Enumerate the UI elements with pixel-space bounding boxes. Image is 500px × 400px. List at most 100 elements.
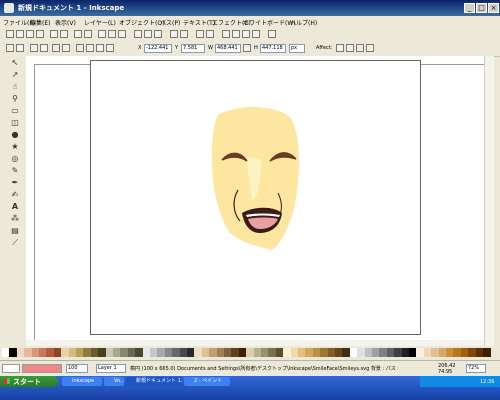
start-button[interactable]: スタート [0, 376, 58, 387]
h-label: H [254, 45, 258, 51]
zoom-tool-icon[interactable]: ⚲ [10, 94, 20, 104]
menu-path[interactable]: パス(P) [160, 18, 180, 27]
text-font-icon[interactable] [232, 30, 240, 38]
rectangle-tool-icon[interactable]: ▭ [10, 106, 20, 116]
inkscape-app-icon [4, 3, 14, 13]
stroke-indicator[interactable] [22, 364, 62, 373]
clone-icon[interactable] [180, 30, 188, 38]
lower-icon[interactable] [96, 44, 104, 52]
raise-icon[interactable] [86, 44, 94, 52]
duplicate-icon[interactable] [170, 30, 178, 38]
menu-help[interactable]: ヘルプ(H) [290, 18, 317, 27]
spray-tool-icon[interactable]: ⁂ [10, 214, 20, 224]
menu-text[interactable]: テキスト(T) [183, 18, 215, 27]
raise-to-top-icon[interactable] [76, 44, 84, 52]
affect-corners-icon[interactable] [346, 44, 354, 52]
save-icon[interactable] [26, 30, 34, 38]
select-all-layers-icon[interactable] [16, 44, 24, 52]
smiley-face-drawing[interactable] [200, 105, 310, 255]
gradient-tool-icon[interactable]: ▤ [10, 226, 20, 236]
cut-icon[interactable] [108, 30, 116, 38]
ellipse-tool-icon[interactable]: ● [10, 130, 20, 140]
pencil-tool-icon[interactable]: ✎ [10, 166, 20, 176]
x-label: X [138, 45, 142, 51]
menu-whiteboard[interactable]: ホワイトボード(W) [243, 18, 296, 27]
ungroup-icon[interactable] [206, 30, 214, 38]
zoom-drawing-icon[interactable] [144, 30, 152, 38]
windows-logo-icon [4, 378, 10, 384]
toolbox: ↖ ↗ ☝ ⚲ ▭ ◫ ● ★ ◎ ✎ ✒ ✍ A ⁂ ▤ ⟋ [0, 56, 27, 346]
close-button[interactable]: × [488, 3, 499, 13]
calligraphy-tool-icon[interactable]: ✍ [10, 190, 20, 200]
menu-object[interactable]: オブジェクト(O) [119, 18, 164, 27]
star-tool-icon[interactable]: ★ [10, 142, 20, 152]
start-label: スタート [13, 378, 41, 386]
group-icon[interactable] [196, 30, 204, 38]
window-title: 新規ドキュメント 1 - Inkscape [18, 4, 125, 12]
vertical-ruler[interactable] [26, 64, 35, 346]
affect-pattern-icon[interactable] [366, 44, 374, 52]
export-icon[interactable] [60, 30, 68, 38]
clock: 12:36 [480, 379, 495, 385]
node-tool-icon[interactable]: ↗ [10, 70, 20, 80]
vertical-scrollbar[interactable] [484, 56, 494, 346]
menu-layer[interactable]: レイヤー(L) [84, 18, 116, 27]
palette-swatch[interactable] [483, 348, 491, 357]
horizontal-scrollbar[interactable] [26, 340, 484, 346]
redo-icon[interactable] [84, 30, 92, 38]
selector-tool-icon[interactable]: ↖ [10, 58, 20, 68]
affect-gradient-icon[interactable] [356, 44, 364, 52]
taskbar-item-paint[interactable]: 2 - ペイント [184, 377, 230, 386]
tweak-tool-icon[interactable]: ☝ [10, 82, 20, 92]
unit-select[interactable]: px [289, 44, 305, 53]
y-field[interactable]: 7.581 [181, 44, 205, 53]
minimize-button[interactable]: _ [464, 3, 475, 13]
zoom-selection-icon[interactable] [134, 30, 142, 38]
taskbar-item-inkscape[interactable]: Inkscape [62, 377, 102, 386]
fill-stroke-icon[interactable] [222, 30, 230, 38]
pen-tool-icon[interactable]: ✒ [10, 178, 20, 188]
lock-icon[interactable] [243, 44, 251, 52]
flip-horizontal-icon[interactable] [52, 44, 60, 52]
lower-to-bottom-icon[interactable] [106, 44, 114, 52]
x-field[interactable]: -122.441 [144, 44, 172, 53]
opacity-field[interactable]: 100 [66, 364, 88, 373]
print-icon[interactable] [36, 30, 44, 38]
new-document-icon[interactable] [6, 30, 14, 38]
taskbar-item-document[interactable]: 新規ドキュメント 1... [126, 377, 182, 386]
zoom-field[interactable]: 72% [466, 364, 486, 373]
fill-indicator[interactable] [2, 364, 20, 373]
layer-select[interactable]: Layer 1 [96, 364, 126, 373]
copy-icon[interactable] [98, 30, 106, 38]
color-palette[interactable] [0, 348, 500, 358]
title-bar: 新規ドキュメント 1 - Inkscape _ □ × [0, 0, 500, 16]
menu-view[interactable]: 表示(V) [55, 18, 76, 27]
taskbar-item-vo[interactable]: Vo... [104, 377, 124, 386]
import-icon[interactable] [50, 30, 58, 38]
xml-editor-icon[interactable] [242, 30, 250, 38]
undo-icon[interactable] [74, 30, 82, 38]
3d-box-tool-icon[interactable]: ◫ [10, 118, 20, 128]
cursor-coordinates: 206.42 74.95 [438, 363, 456, 375]
preferences-icon[interactable] [268, 30, 276, 38]
menu-bar: ファイル(F) 編集(E) 表示(V) レイヤー(L) オブジェクト(O) パス… [0, 16, 500, 28]
zoom-page-icon[interactable] [154, 30, 162, 38]
align-icon[interactable] [252, 30, 260, 38]
system-tray: 12:36 [420, 376, 500, 387]
status-bar: 100 Layer 1 楕円 (100 x 665.0) Documents a… [0, 360, 500, 377]
rotate-cw-icon[interactable] [40, 44, 48, 52]
spiral-tool-icon[interactable]: ◎ [10, 154, 20, 164]
affect-stroke-icon[interactable] [336, 44, 344, 52]
open-icon[interactable] [16, 30, 24, 38]
dropper-tool-icon[interactable]: ⟋ [10, 238, 20, 248]
maximize-button[interactable]: □ [476, 3, 487, 13]
text-tool-icon[interactable]: A [10, 202, 20, 212]
menu-edit[interactable]: 編集(E) [30, 18, 50, 27]
w-field[interactable]: 468.441 [215, 44, 241, 53]
affect-label: Affect: [316, 45, 333, 51]
rotate-ccw-icon[interactable] [30, 44, 38, 52]
paste-icon[interactable] [118, 30, 126, 38]
flip-vertical-icon[interactable] [62, 44, 70, 52]
h-field[interactable]: 447.118 [260, 44, 286, 53]
select-all-icon[interactable] [6, 44, 14, 52]
